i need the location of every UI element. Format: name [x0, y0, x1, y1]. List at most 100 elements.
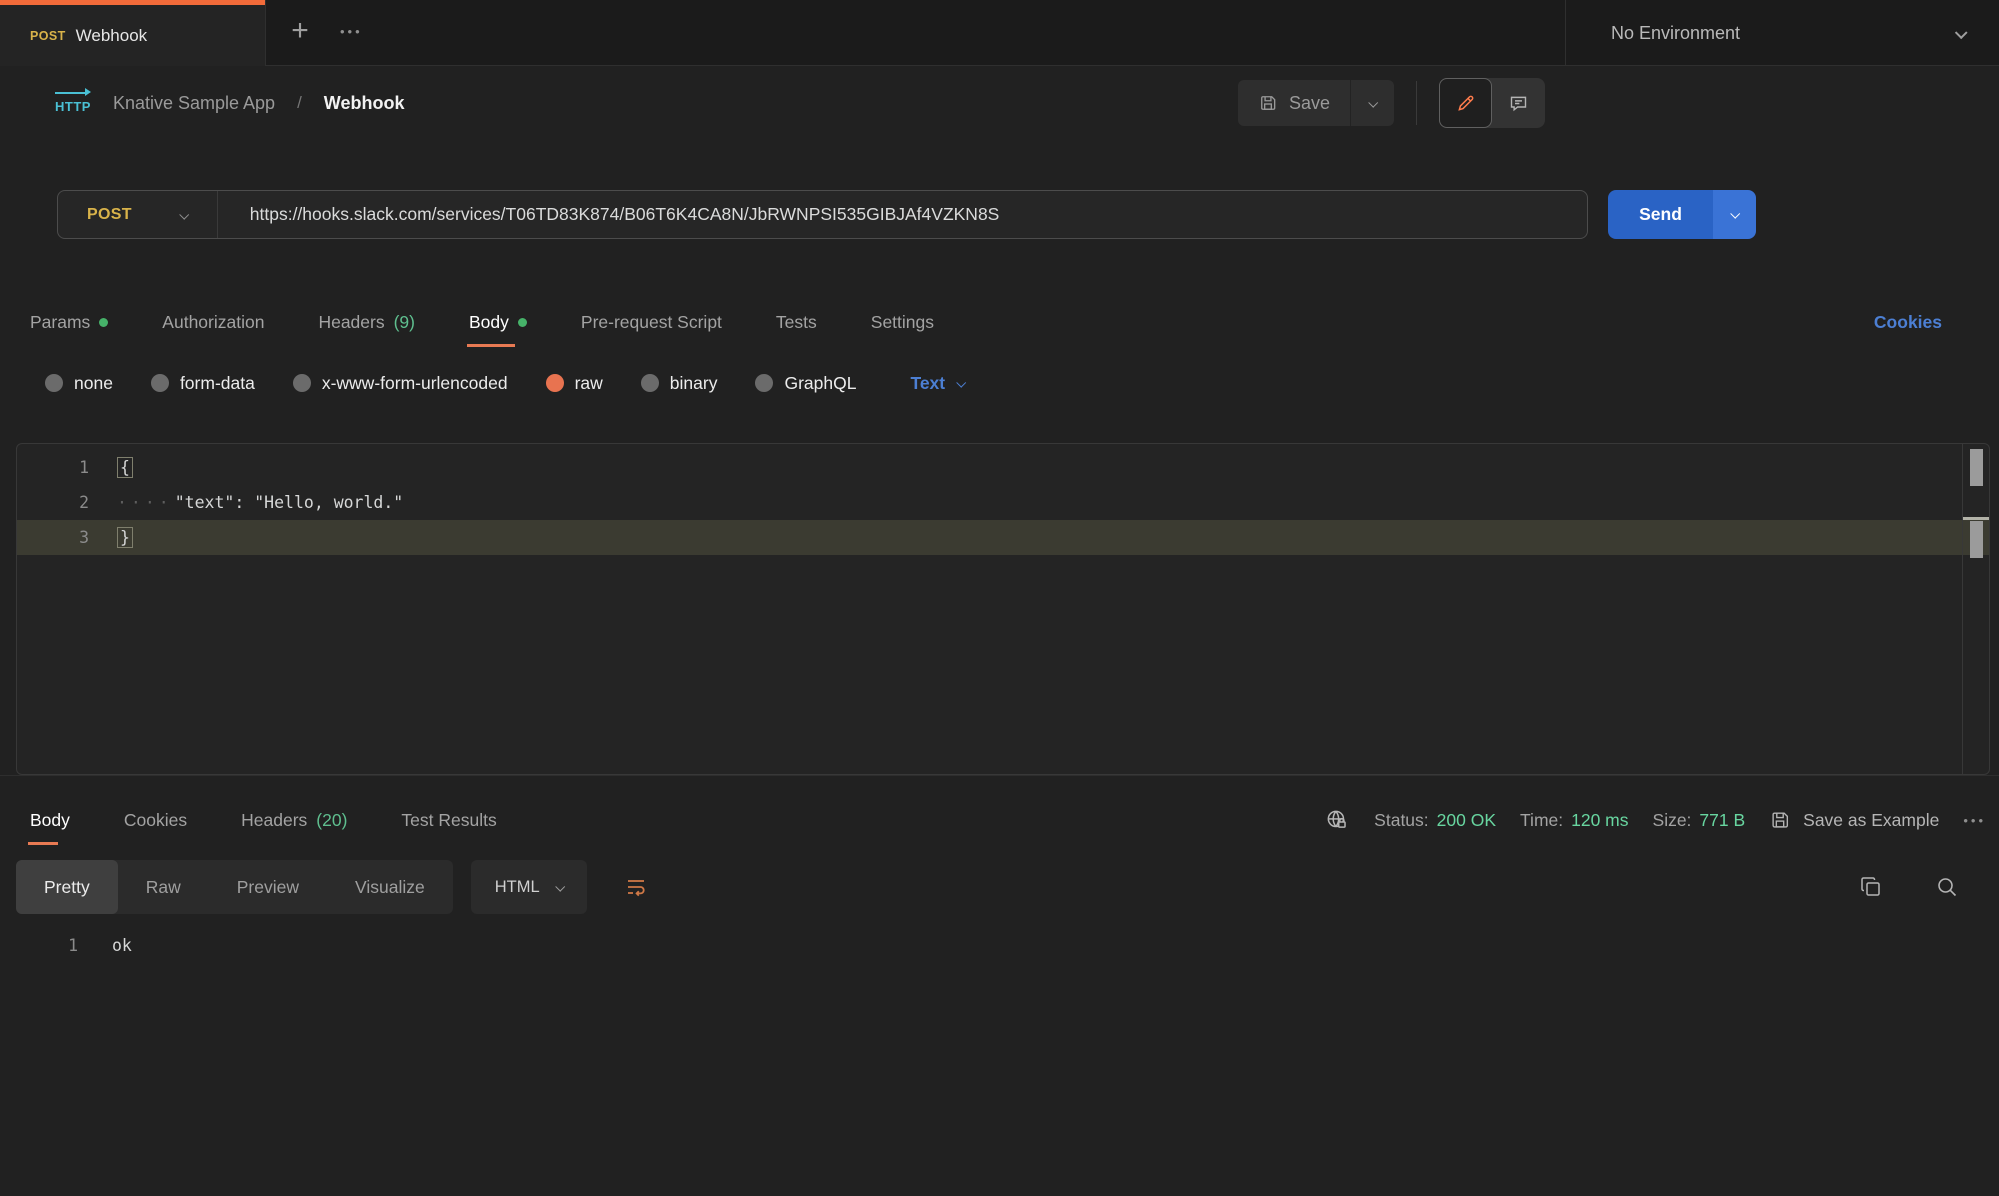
tab-params-label: Params — [30, 312, 90, 333]
tab-authorization[interactable]: Authorization — [162, 297, 264, 347]
time-label: Time: — [1520, 810, 1563, 831]
active-tab-underline — [28, 842, 58, 845]
comment-icon — [1508, 93, 1529, 114]
status-value: 200 OK — [1437, 810, 1496, 831]
mode-graphql-label: GraphQL — [784, 373, 856, 394]
line-number: 1 — [0, 936, 78, 955]
request-tabs: Params Authorization Headers (9) Body Pr… — [30, 297, 1969, 347]
request-tab-strip: POST Webhook + ••• No Environment — [0, 0, 1999, 66]
mode-form-data-label: form-data — [180, 373, 255, 394]
size-label: Size: — [1653, 810, 1692, 831]
raw-format-selector[interactable]: Text — [910, 373, 964, 394]
save-button[interactable]: Save — [1238, 80, 1350, 126]
editor-line-3-current[interactable]: 3 } — [17, 520, 1989, 555]
http-request-icon: HTTP — [55, 99, 91, 114]
response-options-icon[interactable]: ••• — [1963, 813, 1986, 828]
tab-params[interactable]: Params — [30, 297, 108, 347]
send-button[interactable]: Send — [1608, 190, 1713, 239]
editor-line-2[interactable]: 2 ····"text": "Hello, world." — [17, 485, 1989, 520]
network-info-icon[interactable] — [1324, 807, 1350, 833]
response-tab-cookies[interactable]: Cookies — [124, 795, 187, 845]
code-text: ····"text": "Hello, world." — [89, 493, 403, 512]
tab-settings[interactable]: Settings — [871, 297, 934, 347]
radio-selected-icon — [546, 374, 564, 392]
breadcrumb-workspace[interactable]: Knative Sample App — [113, 93, 275, 114]
view-tab-visualize[interactable]: Visualize — [327, 860, 453, 914]
active-tab-underline — [467, 344, 515, 347]
tab-pre-request-script-label: Pre-request Script — [581, 312, 722, 333]
environment-selector[interactable]: No Environment — [1565, 0, 1999, 66]
copy-response-button[interactable] — [1859, 875, 1883, 899]
response-format-label: HTML — [495, 878, 540, 897]
response-headers-count: (20) — [316, 810, 347, 831]
size-indicator[interactable]: Size: 771 B — [1653, 810, 1746, 831]
response-format-selector[interactable]: HTML — [471, 860, 587, 914]
line-number: 3 — [17, 528, 89, 547]
status-indicator[interactable]: Status: 200 OK — [1374, 810, 1496, 831]
response-body[interactable]: 1 ok — [0, 928, 132, 962]
tab-body[interactable]: Body — [469, 297, 527, 347]
tab-headers[interactable]: Headers (9) — [318, 297, 415, 347]
editor-scrollbar[interactable] — [1962, 444, 1989, 774]
request-body-editor[interactable]: 1 { 2 ····"text": "Hello, world." 3 } — [16, 443, 1990, 775]
tab-pre-request-script[interactable]: Pre-request Script — [581, 297, 722, 347]
wrap-lines-icon — [624, 875, 648, 899]
line-number: 2 — [17, 493, 89, 512]
tab-settings-label: Settings — [871, 312, 934, 333]
raw-format-label: Text — [910, 373, 945, 394]
view-tab-preview[interactable]: Preview — [209, 860, 327, 914]
comment-button[interactable] — [1492, 78, 1545, 128]
save-options-button[interactable] — [1350, 80, 1394, 126]
tab-headers-label: Headers — [318, 312, 384, 333]
tab-method-badge: POST — [30, 29, 66, 43]
wrap-lines-button[interactable] — [609, 860, 663, 914]
edit-comment-group — [1439, 78, 1545, 128]
view-tab-pretty[interactable]: Pretty — [16, 860, 118, 914]
new-tab-button[interactable]: + — [283, 14, 317, 48]
edit-request-button[interactable] — [1439, 78, 1492, 128]
mode-form-data[interactable]: form-data — [151, 373, 255, 394]
mode-x-www-form-urlencoded[interactable]: x-www-form-urlencoded — [293, 373, 508, 394]
view-tab-raw[interactable]: Raw — [118, 860, 209, 914]
response-tab-test-results-label: Test Results — [401, 810, 496, 831]
mode-raw[interactable]: raw — [546, 373, 603, 394]
mode-binary[interactable]: binary — [641, 373, 718, 394]
active-tab-accent — [0, 0, 265, 5]
indent-whitespace: ···· — [117, 493, 173, 512]
mode-raw-label: raw — [575, 373, 603, 394]
mode-none-label: none — [74, 373, 113, 394]
save-split-button: Save — [1238, 80, 1394, 126]
headers-count: (9) — [394, 312, 415, 333]
response-tab-headers[interactable]: Headers (20) — [241, 795, 347, 845]
send-options-button[interactable] — [1713, 190, 1756, 239]
mode-none[interactable]: none — [45, 373, 113, 394]
header-divider — [1416, 81, 1417, 125]
time-indicator[interactable]: Time: 120 ms — [1520, 810, 1629, 831]
breadcrumb-request-name[interactable]: Webhook — [324, 93, 405, 114]
tab-tests[interactable]: Tests — [776, 297, 817, 347]
response-tab-test-results[interactable]: Test Results — [401, 795, 496, 845]
scrollbar-mark — [1970, 449, 1983, 486]
scrollbar-current-line-mark — [1963, 517, 1989, 520]
response-view-row: Pretty Raw Preview Visualize HTML — [16, 860, 1983, 914]
request-tab[interactable]: POST Webhook — [0, 0, 266, 66]
params-dot-indicator — [99, 318, 108, 327]
mode-graphql[interactable]: GraphQL — [755, 373, 856, 394]
tab-tests-label: Tests — [776, 312, 817, 333]
code-text: { — [89, 458, 133, 477]
tab-options-icon[interactable]: ••• — [340, 16, 380, 46]
response-tab-body-label: Body — [30, 810, 70, 831]
save-as-example-button[interactable]: Save as Example — [1769, 809, 1939, 831]
url-bar: POST https://hooks.slack.com/services/T0… — [57, 190, 1588, 239]
response-tab-body[interactable]: Body — [30, 795, 70, 845]
chevron-down-icon — [1955, 26, 1968, 39]
editor-line-1[interactable]: 1 { — [17, 450, 1989, 485]
body-mode-row: none form-data x-www-form-urlencoded raw… — [45, 360, 964, 406]
cookies-link[interactable]: Cookies — [1874, 312, 1942, 333]
pencil-icon — [1455, 93, 1476, 114]
method-selector[interactable]: POST — [58, 206, 132, 224]
url-input[interactable]: https://hooks.slack.com/services/T06TD83… — [250, 204, 1000, 225]
chevron-down-icon[interactable] — [180, 206, 187, 224]
mode-binary-label: binary — [670, 373, 718, 394]
search-response-button[interactable] — [1935, 875, 1959, 899]
